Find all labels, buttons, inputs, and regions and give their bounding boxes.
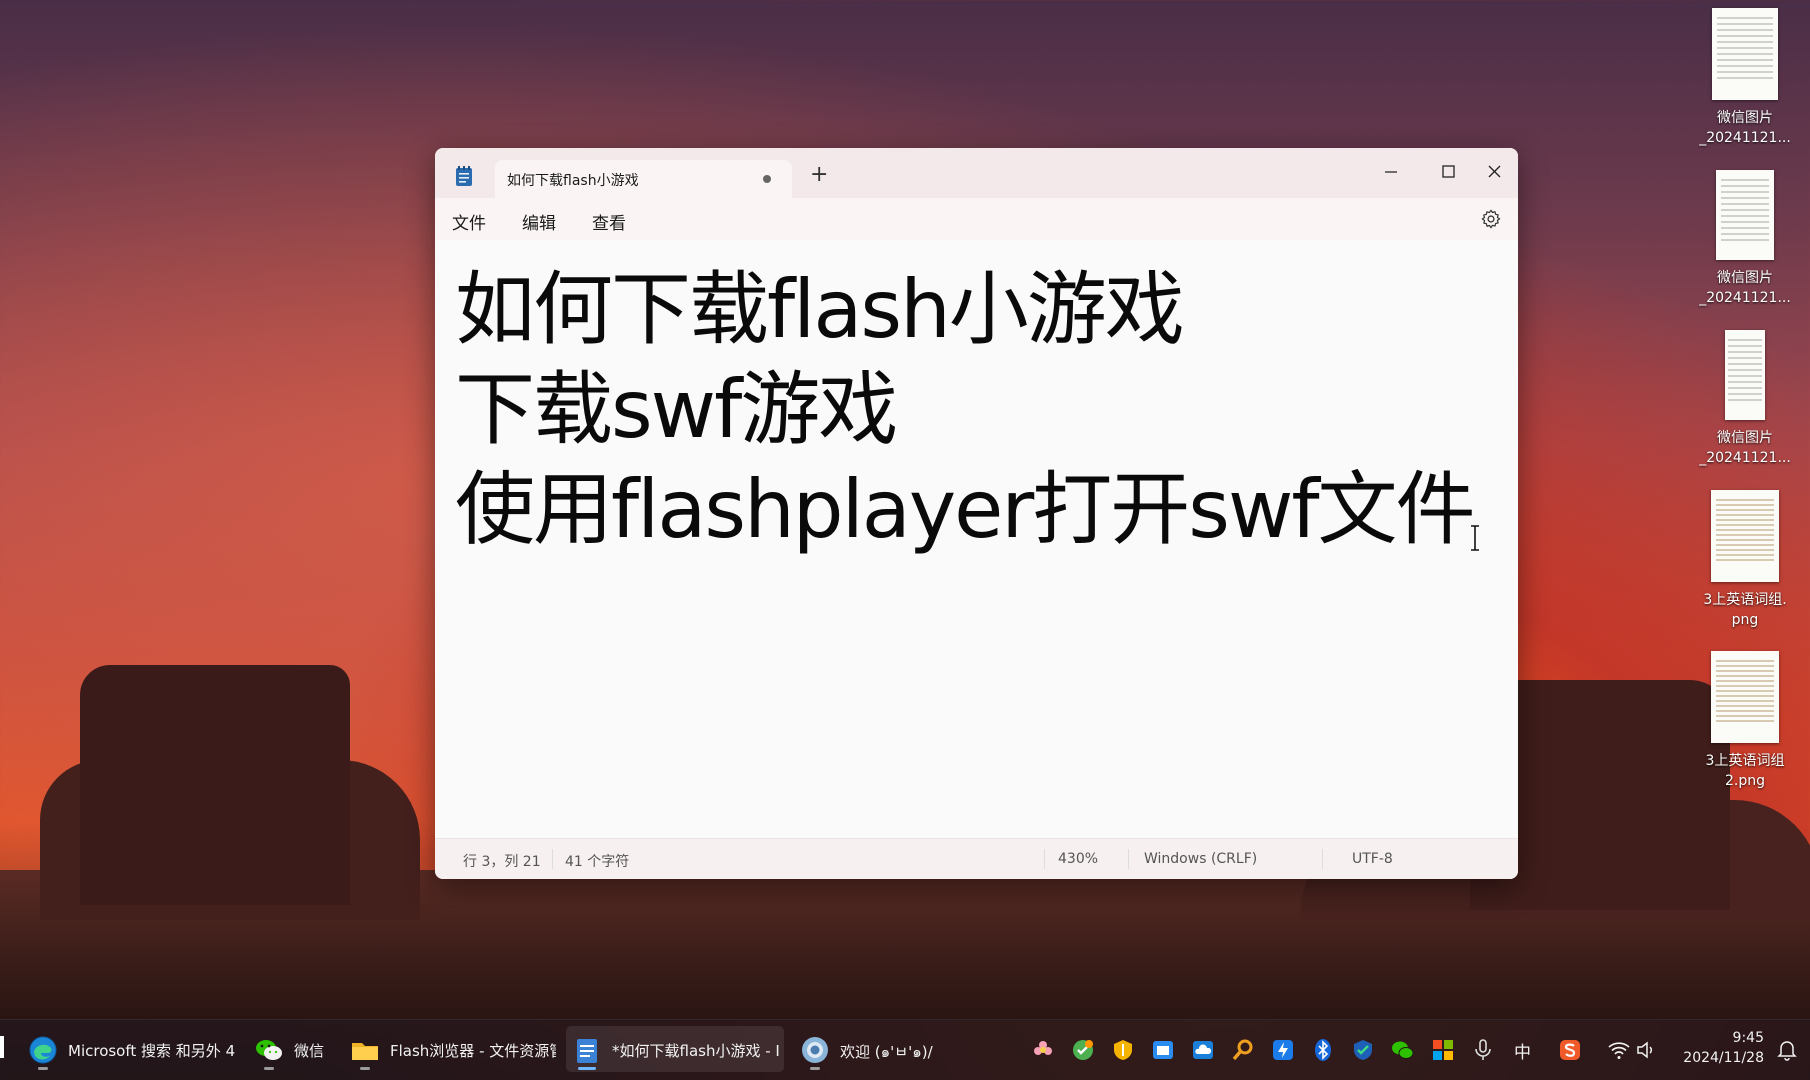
status-divider bbox=[1128, 849, 1129, 869]
desktop-icon-label: 3上英语词组 2.png bbox=[1705, 753, 1785, 789]
clock-time: 9:45 bbox=[1732, 1030, 1764, 1046]
desktop-icon-english-phrases-2[interactable]: 3上英语词组 2.png bbox=[1695, 651, 1795, 791]
close-button[interactable] bbox=[1472, 156, 1518, 186]
text-editor[interactable]: 如何下载flash小游戏 下载swf游戏 使用flashplayer打开swf文… bbox=[435, 240, 1518, 839]
cursor-position: 行 3，列 21 bbox=[463, 854, 541, 870]
folder-icon bbox=[352, 1043, 378, 1060]
desktop-icon-label: 3上英语词组. png bbox=[1703, 592, 1787, 628]
wechat-tray-icon[interactable] bbox=[1391, 1038, 1415, 1062]
notepad-icon bbox=[456, 166, 472, 186]
running-indicator bbox=[38, 1067, 48, 1070]
image-thumbnail-icon bbox=[1725, 330, 1765, 420]
running-indicator bbox=[810, 1067, 820, 1070]
desktop-icon-image-2[interactable]: 微信图片 _20241121... bbox=[1695, 170, 1795, 308]
sogou-input-icon[interactable] bbox=[1558, 1038, 1582, 1062]
taskbar-app-browser[interactable]: 欢迎 (๑'ㅂ'๑)/ bbox=[794, 1026, 954, 1072]
volume-icon[interactable] bbox=[1635, 1038, 1659, 1062]
encoding[interactable]: UTF-8 bbox=[1352, 851, 1393, 867]
search-key-icon[interactable] bbox=[1231, 1038, 1255, 1062]
edge-icon bbox=[29, 1036, 57, 1064]
menu-file[interactable]: 文件 bbox=[452, 209, 486, 234]
minimize-button[interactable] bbox=[1368, 156, 1414, 186]
butte-left-spire bbox=[300, 690, 330, 810]
flower-app-icon[interactable] bbox=[1031, 1038, 1055, 1062]
image-thumbnail-icon bbox=[1716, 170, 1774, 260]
image-thumbnail-icon bbox=[1711, 651, 1779, 743]
running-indicator bbox=[360, 1067, 370, 1070]
taskbar-app-label: Microsoft 搜索 和另外 4 bbox=[68, 1042, 236, 1060]
status-divider bbox=[1322, 849, 1323, 869]
line-ending[interactable]: Windows (CRLF) bbox=[1144, 851, 1257, 867]
browser-icon bbox=[802, 1037, 828, 1063]
desktop-icon-label: 微信图片 _20241121... bbox=[1699, 430, 1791, 466]
defender-shield-icon[interactable] bbox=[1351, 1038, 1375, 1062]
desktop-icon-label: 微信图片 _20241121... bbox=[1699, 270, 1791, 306]
lightning-app-icon[interactable] bbox=[1271, 1038, 1295, 1062]
notepad-icon bbox=[577, 1039, 597, 1063]
desktop-icon-english-phrases-1[interactable]: 3上英语词组. png bbox=[1695, 490, 1795, 630]
menu-bar: 文件 编辑 查看 bbox=[435, 198, 1518, 240]
clock[interactable]: 9:45 2024/11/28 bbox=[1683, 1028, 1764, 1068]
taskbar-app-label: 欢迎 (๑'ㅂ'๑)/ bbox=[840, 1043, 933, 1061]
text-line-1: 如何下载flash小游戏 bbox=[455, 263, 1185, 356]
bluetooth-icon[interactable] bbox=[1311, 1038, 1335, 1062]
wechat-icon bbox=[256, 1040, 282, 1060]
status-divider bbox=[552, 849, 553, 869]
cloud-drive-icon[interactable] bbox=[1191, 1038, 1215, 1062]
status-bar: 行 3，列 21 41 个字符 430% Windows (CRLF) UTF-… bbox=[435, 838, 1518, 879]
tab-document[interactable]: 如何下载flash小游戏 bbox=[495, 160, 792, 198]
maximize-button[interactable] bbox=[1426, 156, 1472, 186]
desktop-icon-image-1[interactable]: 微信图片 _20241121... bbox=[1695, 8, 1795, 148]
taskbar-app-edge[interactable]: Microsoft 搜索 和另外 4 bbox=[22, 1026, 240, 1072]
status-divider bbox=[1044, 849, 1045, 869]
notification-bell-icon[interactable] bbox=[1776, 1038, 1798, 1062]
menu-edit[interactable]: 编辑 bbox=[522, 209, 556, 234]
text-line-2: 下载swf游戏 bbox=[455, 363, 898, 456]
taskbar: Microsoft 搜索 和另外 4 微信 Flash浏览器 - 文件资源管 *… bbox=[0, 1019, 1810, 1080]
unsaved-indicator[interactable] bbox=[763, 175, 771, 183]
notepad-window: 如何下载flash小游戏 + 文件 编辑 查看 如何下载flash小游戏 下载s… bbox=[435, 148, 1518, 879]
show-desktop-edge[interactable] bbox=[0, 1036, 4, 1058]
taskbar-app-notepad[interactable]: *如何下载flash小游戏 - I bbox=[566, 1026, 784, 1072]
color-squares-icon[interactable] bbox=[1431, 1038, 1455, 1062]
green-shield-check-icon[interactable] bbox=[1071, 1038, 1095, 1062]
image-thumbnail-icon bbox=[1711, 490, 1779, 582]
menu-view[interactable]: 查看 bbox=[592, 209, 626, 234]
blue-window-app-icon[interactable] bbox=[1151, 1038, 1175, 1062]
zoom-level[interactable]: 430% bbox=[1058, 851, 1098, 867]
security-shield-icon[interactable] bbox=[1111, 1038, 1135, 1062]
tab-title: 如何下载flash小游戏 bbox=[507, 173, 639, 189]
running-indicator bbox=[264, 1067, 274, 1070]
desktop-icon-label: 微信图片 _20241121... bbox=[1699, 110, 1791, 146]
clock-date: 2024/11/28 bbox=[1683, 1050, 1764, 1066]
desktop-icon-image-3[interactable]: 微信图片 _20241121... bbox=[1695, 330, 1795, 468]
title-bar[interactable]: 如何下载flash小游戏 + bbox=[435, 148, 1518, 198]
taskbar-app-label: *如何下载flash小游戏 - I bbox=[612, 1042, 780, 1060]
taskbar-app-wechat[interactable]: 微信 bbox=[248, 1026, 338, 1072]
microphone-icon[interactable] bbox=[1471, 1038, 1495, 1062]
text-cursor-icon bbox=[1471, 525, 1479, 551]
image-thumbnail-icon bbox=[1712, 8, 1778, 100]
ime-indicator[interactable]: 中 bbox=[1514, 1038, 1531, 1063]
taskbar-app-explorer[interactable]: Flash浏览器 - 文件资源管 bbox=[344, 1026, 556, 1072]
taskbar-app-label: 微信 bbox=[294, 1042, 325, 1060]
new-tab-button[interactable]: + bbox=[810, 162, 828, 187]
active-indicator bbox=[578, 1067, 596, 1070]
text-line-3: 使用flashplayer打开swf文件 bbox=[455, 463, 1476, 556]
char-count: 41 个字符 bbox=[565, 854, 630, 870]
gear-icon[interactable] bbox=[1480, 208, 1502, 230]
taskbar-app-label: Flash浏览器 - 文件资源管 bbox=[390, 1042, 556, 1060]
wifi-icon[interactable] bbox=[1607, 1038, 1631, 1062]
